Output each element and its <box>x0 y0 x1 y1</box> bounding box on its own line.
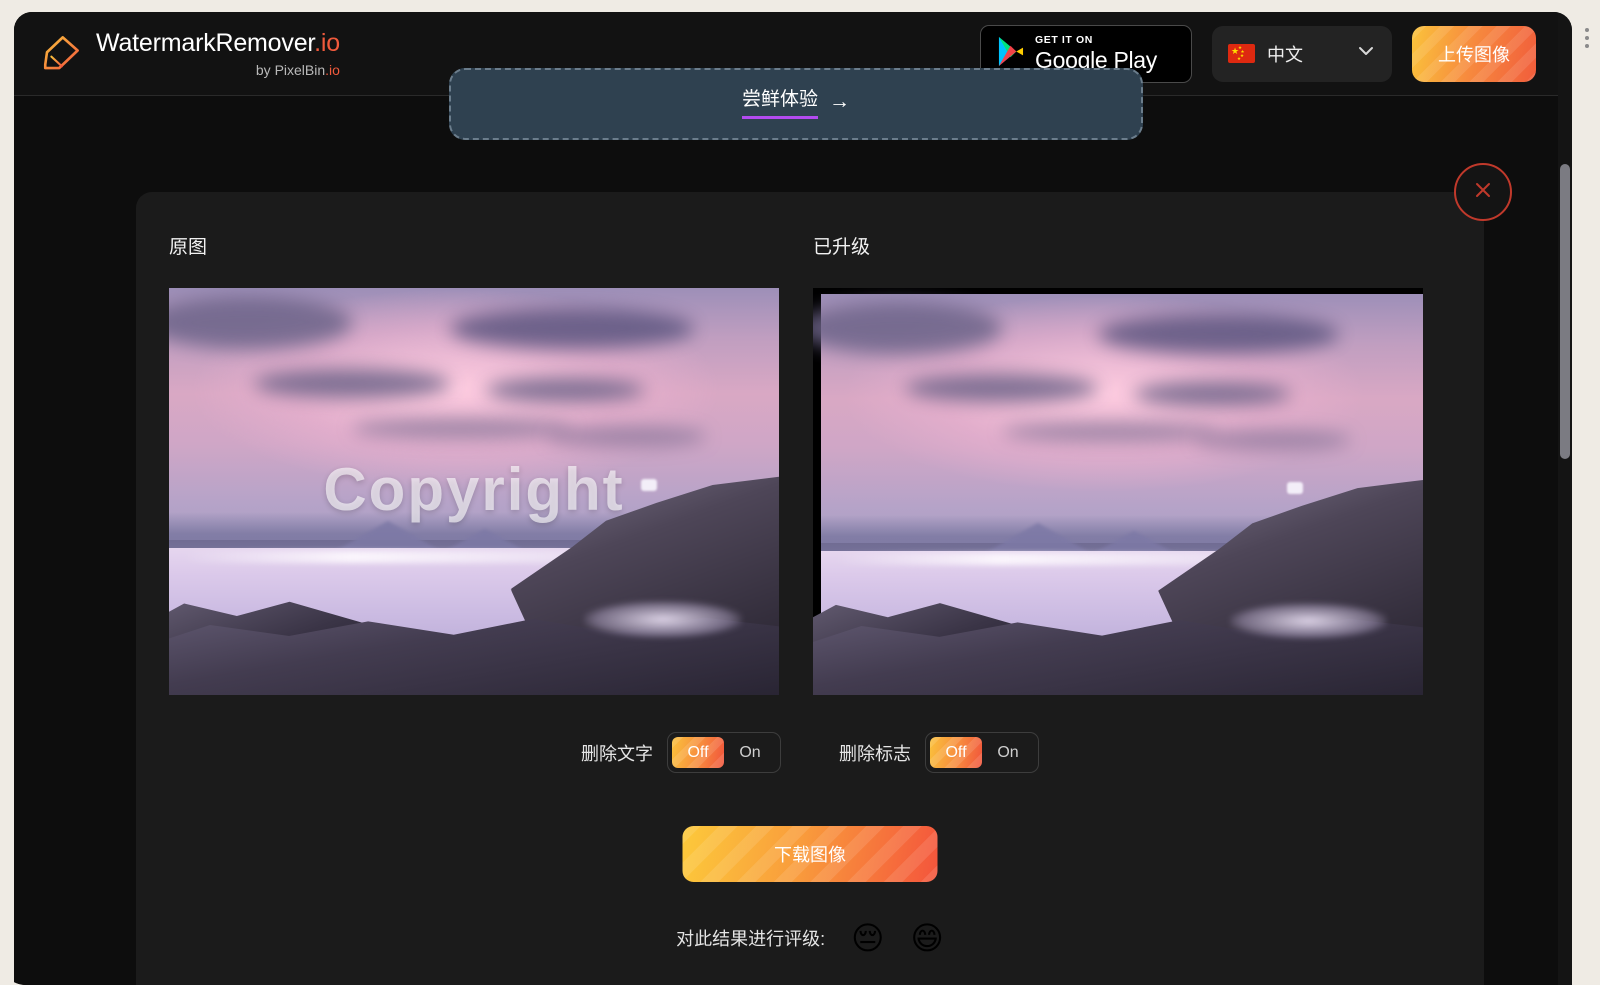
cloud <box>1097 314 1339 355</box>
photo-landscape: Copyright <box>169 288 779 695</box>
close-x-icon <box>1471 178 1495 207</box>
cloud <box>547 426 706 447</box>
water-foam <box>583 601 743 639</box>
pane-upgraded: 已升级 <box>813 232 1423 695</box>
toggle-remove-logo-label: 删除标志 <box>839 743 911 764</box>
result-card: 原图 Copyright 已升级 删除文字 Off On 删除标志 Off On… <box>136 163 1512 985</box>
segmented-control-remove-text: Off On <box>667 732 781 773</box>
white-highlight <box>1286 482 1303 495</box>
close-button[interactable] <box>1454 163 1512 221</box>
watermark-text: Copyright <box>323 455 625 523</box>
pane-original-title: 原图 <box>169 237 208 258</box>
google-play-small-label: GET IT ON <box>1035 34 1093 47</box>
upload-image-button[interactable]: 上传图像 <box>1412 25 1536 82</box>
original-image[interactable]: Copyright <box>169 288 779 695</box>
segment-off[interactable]: Off <box>930 737 982 768</box>
chevron-down-icon <box>1356 41 1376 66</box>
pane-original: 原图 Copyright <box>169 232 779 695</box>
toggle-remove-logo: 删除标志 Off On <box>839 732 1039 773</box>
language-selector[interactable]: ★ ★ ★ ★ ★ 中文 <box>1212 25 1392 82</box>
sea-glint <box>833 552 1255 565</box>
cloud <box>449 308 694 350</box>
brand-text: WatermarkRemover.io by PixelBin.io <box>96 28 340 78</box>
promo-link-label: 尝鲜体验 <box>741 84 818 119</box>
upgraded-image[interactable] <box>813 288 1423 695</box>
photo-landscape <box>813 294 1423 695</box>
scrollbar-thumb[interactable] <box>1560 164 1570 459</box>
comparison-panes: 原图 Copyright 已升级 <box>169 232 1455 695</box>
sea-glint <box>181 550 609 563</box>
eraser-icon <box>40 33 82 75</box>
google-play-triangle-icon <box>997 36 1024 72</box>
language-label: 中文 <box>1267 44 1303 65</box>
rating-label: 对此结果进行评级: <box>676 929 826 949</box>
rating-row: 对此结果进行评级: 😔 😄 <box>136 922 1484 954</box>
promo-banner: 尝鲜体验 → <box>449 68 1143 140</box>
rating-sad-emoji-icon[interactable]: 😔 <box>851 922 884 954</box>
download-image-button[interactable]: 下载图像 <box>682 826 938 882</box>
segment-on[interactable]: On <box>982 737 1034 768</box>
page-content: WatermarkRemover.io by PixelBin.io GET I… <box>14 12 1558 985</box>
arrow-right-icon: → <box>829 89 850 113</box>
toggle-remove-text-label: 删除文字 <box>581 743 653 764</box>
cloud <box>352 418 572 439</box>
vertical-scrollbar[interactable] <box>1558 12 1572 985</box>
segmented-control-remove-logo: Off On <box>925 732 1039 773</box>
brand-logo[interactable]: WatermarkRemover.io by PixelBin.io <box>40 28 340 78</box>
browser-menu-icon[interactable] <box>1580 28 1594 48</box>
rating-happy-emoji-icon[interactable]: 😄 <box>911 922 944 954</box>
pane-upgraded-title: 已升级 <box>813 237 871 258</box>
cloud <box>486 377 645 402</box>
toggle-row: 删除文字 Off On 删除标志 Off On <box>136 732 1484 773</box>
water-foam <box>1230 602 1387 639</box>
toggle-remove-text: 删除文字 Off On <box>581 732 781 773</box>
segment-on[interactable]: On <box>724 737 776 768</box>
browser-viewport: WatermarkRemover.io by PixelBin.io GET I… <box>14 12 1572 985</box>
brand-subtitle: by PixelBin.io <box>255 61 340 78</box>
google-play-text: GET IT ON Google Play <box>1035 35 1157 72</box>
flag-china-icon: ★ ★ ★ ★ ★ <box>1228 44 1255 63</box>
segment-off[interactable]: Off <box>672 737 724 768</box>
browser-window-frame: WatermarkRemover.io by PixelBin.io GET I… <box>0 0 1600 985</box>
promo-link[interactable]: 尝鲜体验 → <box>741 84 850 119</box>
brand-title: WatermarkRemover.io <box>96 28 340 57</box>
cloud <box>254 369 450 398</box>
